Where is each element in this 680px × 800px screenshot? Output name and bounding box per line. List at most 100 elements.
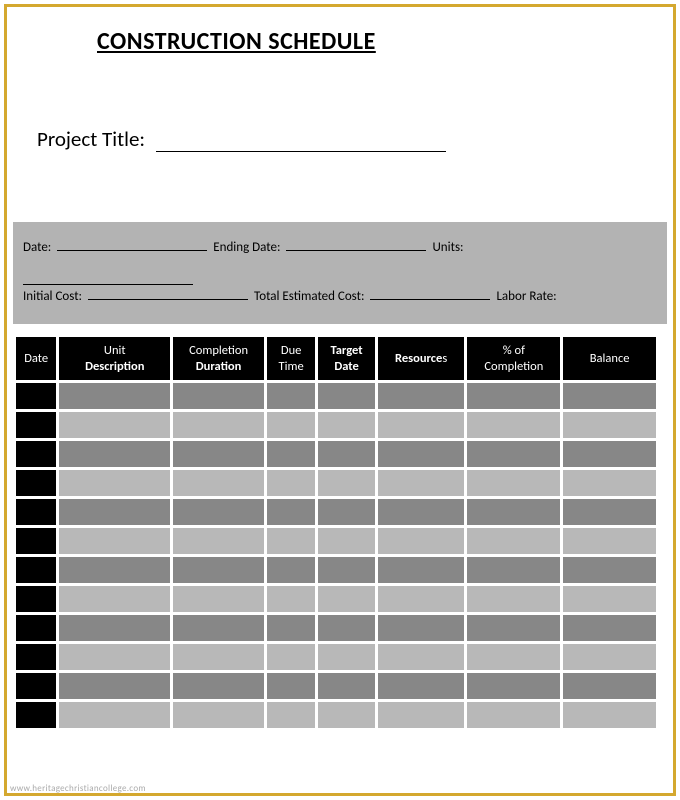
- table-cell[interactable]: [267, 644, 315, 670]
- table-cell[interactable]: [378, 441, 465, 467]
- table-cell[interactable]: [173, 557, 264, 583]
- table-cell[interactable]: [378, 499, 465, 525]
- table-cell[interactable]: [173, 412, 264, 438]
- table-cell[interactable]: [378, 557, 465, 583]
- table-cell[interactable]: [378, 383, 465, 409]
- table-cell[interactable]: [318, 383, 374, 409]
- table-cell[interactable]: [467, 528, 560, 554]
- table-cell[interactable]: [16, 586, 56, 612]
- table-cell[interactable]: [318, 586, 374, 612]
- table-cell[interactable]: [563, 644, 656, 670]
- table-cell[interactable]: [173, 383, 264, 409]
- table-cell[interactable]: [318, 441, 374, 467]
- table-cell[interactable]: [318, 615, 374, 641]
- table-cell[interactable]: [16, 441, 56, 467]
- project-title-blank[interactable]: [156, 134, 446, 152]
- table-cell[interactable]: [378, 644, 465, 670]
- table-cell[interactable]: [563, 470, 656, 496]
- table-cell[interactable]: [318, 557, 374, 583]
- table-cell[interactable]: [318, 470, 374, 496]
- table-cell[interactable]: [378, 470, 465, 496]
- ending-date-blank[interactable]: [286, 239, 426, 251]
- table-cell[interactable]: [267, 383, 315, 409]
- total-estimated-blank[interactable]: [370, 288, 490, 300]
- table-cell[interactable]: [59, 644, 170, 670]
- table-cell[interactable]: [378, 615, 465, 641]
- table-cell[interactable]: [318, 673, 374, 699]
- table-cell[interactable]: [173, 673, 264, 699]
- table-cell[interactable]: [563, 586, 656, 612]
- table-cell[interactable]: [563, 615, 656, 641]
- table-cell[interactable]: [467, 644, 560, 670]
- table-cell[interactable]: [267, 470, 315, 496]
- table-cell[interactable]: [378, 586, 465, 612]
- table-cell[interactable]: [467, 615, 560, 641]
- table-cell[interactable]: [59, 673, 170, 699]
- table-cell[interactable]: [378, 412, 465, 438]
- table-cell[interactable]: [318, 528, 374, 554]
- table-cell[interactable]: [173, 441, 264, 467]
- date-blank[interactable]: [57, 239, 207, 251]
- table-cell[interactable]: [267, 528, 315, 554]
- table-cell[interactable]: [173, 470, 264, 496]
- table-cell[interactable]: [378, 528, 465, 554]
- table-cell[interactable]: [16, 528, 56, 554]
- table-cell[interactable]: [563, 702, 656, 728]
- table-cell[interactable]: [59, 528, 170, 554]
- table-cell[interactable]: [59, 586, 170, 612]
- table-cell[interactable]: [16, 644, 56, 670]
- table-cell[interactable]: [267, 499, 315, 525]
- table-cell[interactable]: [467, 383, 560, 409]
- table-cell[interactable]: [173, 528, 264, 554]
- table-cell[interactable]: [173, 499, 264, 525]
- table-cell[interactable]: [173, 644, 264, 670]
- initial-cost-blank[interactable]: [88, 288, 248, 300]
- table-cell[interactable]: [267, 412, 315, 438]
- table-cell[interactable]: [563, 499, 656, 525]
- table-cell[interactable]: [467, 702, 560, 728]
- table-cell[interactable]: [378, 673, 465, 699]
- table-cell[interactable]: [16, 499, 56, 525]
- units-blank[interactable]: [23, 273, 193, 285]
- table-cell[interactable]: [318, 702, 374, 728]
- table-cell[interactable]: [173, 615, 264, 641]
- table-cell[interactable]: [467, 557, 560, 583]
- table-cell[interactable]: [267, 702, 315, 728]
- table-cell[interactable]: [59, 615, 170, 641]
- table-cell[interactable]: [563, 441, 656, 467]
- table-cell[interactable]: [59, 557, 170, 583]
- table-cell[interactable]: [318, 499, 374, 525]
- table-cell[interactable]: [563, 557, 656, 583]
- table-cell[interactable]: [467, 470, 560, 496]
- table-cell[interactable]: [267, 586, 315, 612]
- table-cell[interactable]: [16, 557, 56, 583]
- table-cell[interactable]: [563, 412, 656, 438]
- table-cell[interactable]: [59, 412, 170, 438]
- table-cell[interactable]: [467, 586, 560, 612]
- table-cell[interactable]: [173, 702, 264, 728]
- table-cell[interactable]: [173, 586, 264, 612]
- table-cell[interactable]: [467, 673, 560, 699]
- table-cell[interactable]: [59, 470, 170, 496]
- table-cell[interactable]: [16, 673, 56, 699]
- table-cell[interactable]: [563, 528, 656, 554]
- table-cell[interactable]: [59, 383, 170, 409]
- table-cell[interactable]: [318, 644, 374, 670]
- table-cell[interactable]: [267, 557, 315, 583]
- table-cell[interactable]: [59, 441, 170, 467]
- table-cell[interactable]: [318, 412, 374, 438]
- table-cell[interactable]: [467, 412, 560, 438]
- table-cell[interactable]: [16, 412, 56, 438]
- table-cell[interactable]: [267, 673, 315, 699]
- table-cell[interactable]: [563, 383, 656, 409]
- table-cell[interactable]: [267, 615, 315, 641]
- table-cell[interactable]: [378, 702, 465, 728]
- table-cell[interactable]: [16, 702, 56, 728]
- table-cell[interactable]: [267, 441, 315, 467]
- table-cell[interactable]: [563, 673, 656, 699]
- table-cell[interactable]: [16, 615, 56, 641]
- table-cell[interactable]: [59, 499, 170, 525]
- table-cell[interactable]: [59, 702, 170, 728]
- table-cell[interactable]: [16, 470, 56, 496]
- table-cell[interactable]: [16, 383, 56, 409]
